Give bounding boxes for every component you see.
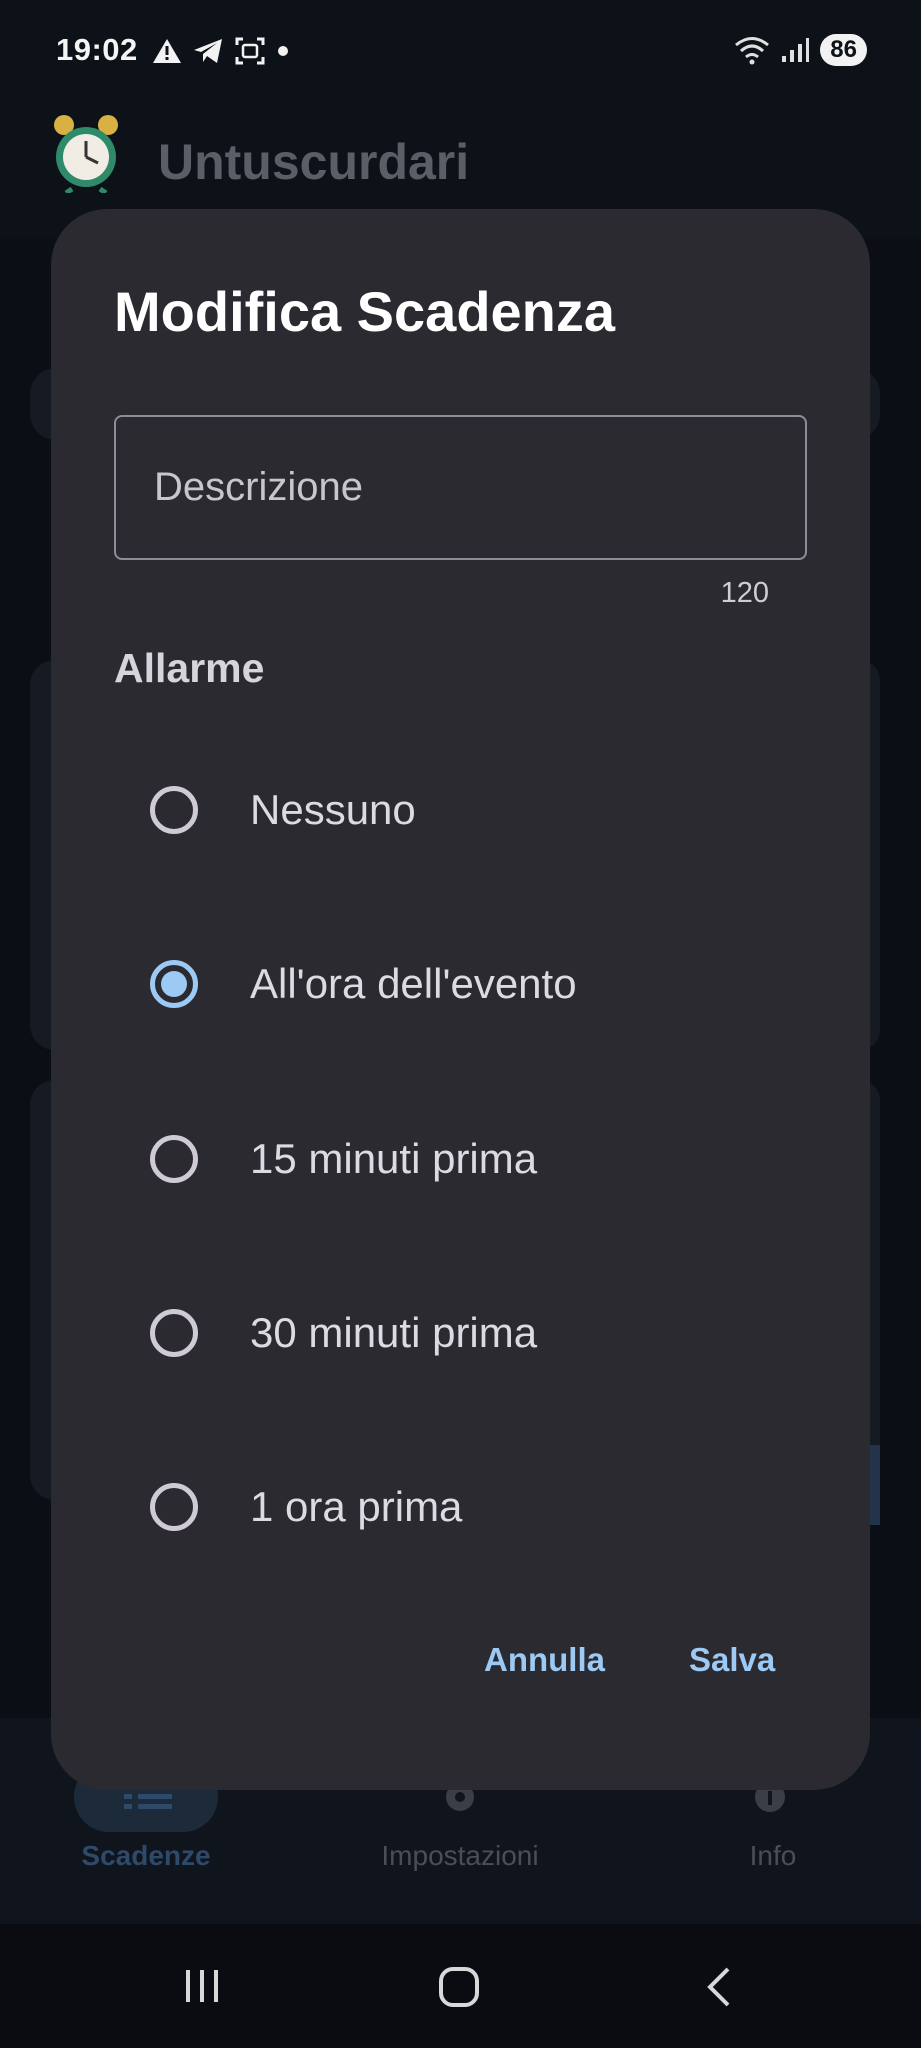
alarm-option-at-event-time[interactable]: All'ora dell'evento xyxy=(114,924,807,1044)
recent-apps-icon[interactable] xyxy=(182,1966,222,2006)
alarm-option-15-minutes[interactable]: 15 minuti prima xyxy=(114,1099,807,1219)
alarm-section-label: Allarme xyxy=(114,645,265,691)
warning-icon xyxy=(153,39,181,63)
status-icons-left xyxy=(152,36,290,66)
nav-item-info[interactable]: Info xyxy=(750,1840,797,1872)
signal-icon xyxy=(782,38,810,62)
alarm-option-label: 1 ora prima xyxy=(250,1483,463,1530)
nav-item-scadenze[interactable]: Scadenze xyxy=(81,1840,210,1872)
alarm-option-label: All'ora dell'evento xyxy=(250,960,577,1007)
save-button[interactable]: Salva xyxy=(689,1641,775,1679)
radio-button-selected[interactable] xyxy=(150,960,198,1008)
wifi-icon xyxy=(735,37,770,65)
edit-deadline-dialog: Modifica Scadenza 120 Allarme Nessuno Al… xyxy=(51,209,870,1790)
nav-item-impostazioni[interactable]: Impostazioni xyxy=(381,1840,538,1872)
telegram-icon xyxy=(194,39,222,63)
alarm-option-nessuno[interactable]: Nessuno xyxy=(114,750,807,870)
character-counter: 120 xyxy=(720,577,769,609)
alarm-option-label: 15 minuti prima xyxy=(250,1135,538,1182)
status-time: 19:02 xyxy=(56,32,138,67)
alarm-option-label: 30 minuti prima xyxy=(250,1309,538,1356)
status-bar: 19:02 86 xyxy=(0,0,921,105)
dialog-title: Modifica Scadenza xyxy=(114,280,616,343)
dot-icon xyxy=(278,46,288,56)
status-icons-right: 86 xyxy=(734,34,867,66)
radio-button[interactable] xyxy=(150,1483,198,1531)
app-title: Untuscurdari xyxy=(158,134,470,190)
radio-button[interactable] xyxy=(150,1135,198,1183)
description-input[interactable] xyxy=(114,415,807,560)
radio-button[interactable] xyxy=(150,1309,198,1357)
radio-button[interactable] xyxy=(150,786,198,834)
alarm-option-label: Nessuno xyxy=(250,786,416,833)
cancel-button[interactable]: Annulla xyxy=(484,1641,605,1679)
back-icon[interactable] xyxy=(704,1966,734,2008)
screenshot-icon xyxy=(235,37,265,65)
alarm-option-1-hour[interactable]: 1 ora prima xyxy=(114,1447,807,1567)
battery-level: 86 xyxy=(820,34,867,66)
alarm-option-30-minutes[interactable]: 30 minuti prima xyxy=(114,1273,807,1393)
system-navigation-bar xyxy=(0,1924,921,2048)
home-icon[interactable] xyxy=(438,1966,480,2008)
alarm-clock-icon xyxy=(54,115,118,193)
